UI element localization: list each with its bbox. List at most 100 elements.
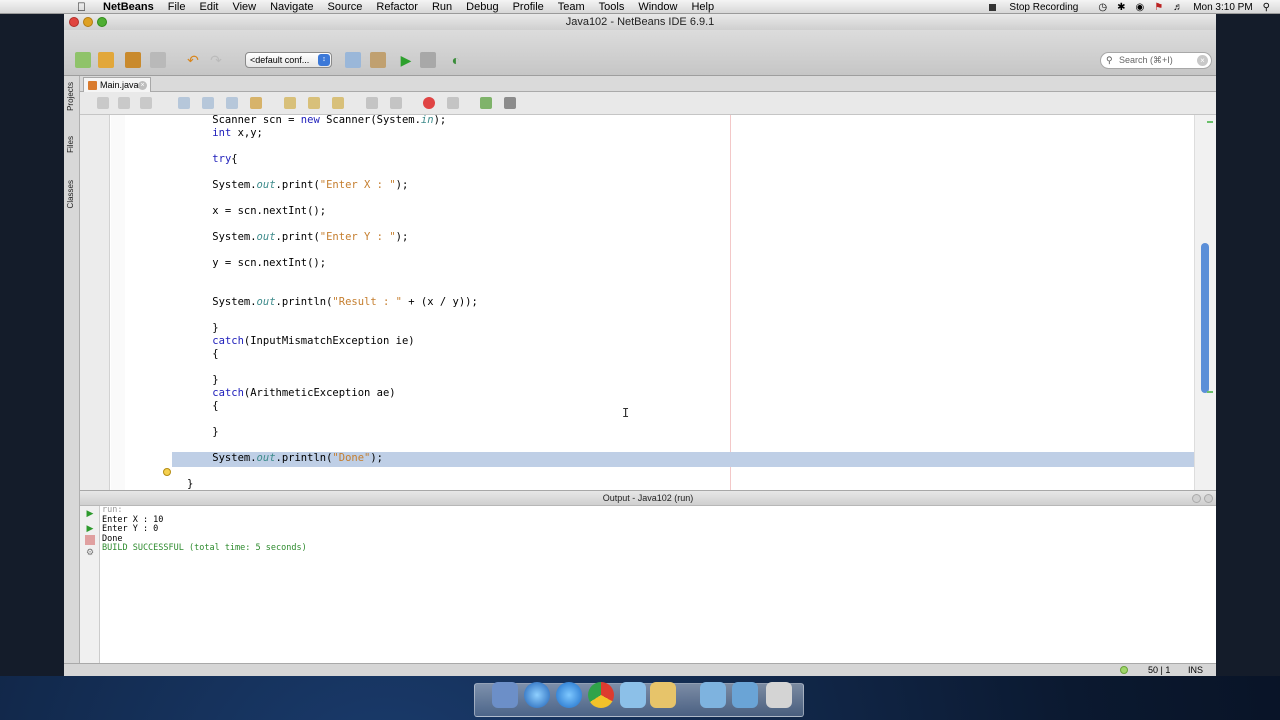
- code-line[interactable]: }: [187, 426, 218, 438]
- stop-recording-button[interactable]: Stop Recording: [989, 2, 1088, 13]
- apple-icon[interactable]: : [77, 0, 91, 14]
- save-all-icon[interactable]: [150, 52, 166, 68]
- menu-team[interactable]: Team: [558, 1, 585, 13]
- find-previous-icon[interactable]: [202, 97, 214, 109]
- code-line[interactable]: }: [187, 374, 218, 386]
- debug-icon[interactable]: [420, 52, 436, 68]
- code-line[interactable]: System.out.print("Enter X : ");: [187, 179, 408, 191]
- tab-classes[interactable]: Classes: [66, 180, 78, 208]
- comment-icon[interactable]: [480, 97, 492, 109]
- find-icon[interactable]: [178, 97, 190, 109]
- undo-icon[interactable]: ↶: [185, 52, 201, 68]
- code-line[interactable]: Scanner scn = new Scanner(System.in);: [187, 115, 446, 126]
- volume-icon[interactable]: ♬: [1173, 2, 1183, 13]
- code-line[interactable]: try{: [187, 153, 237, 165]
- minimize-panel-icon[interactable]: [1192, 494, 1201, 503]
- new-file-icon[interactable]: [75, 52, 91, 68]
- menu-run[interactable]: Run: [432, 1, 452, 13]
- menu-file[interactable]: File: [168, 1, 186, 13]
- next-bookmark-icon[interactable]: [308, 97, 320, 109]
- code-line[interactable]: {: [187, 400, 218, 412]
- redo-icon[interactable]: ↷: [208, 52, 224, 68]
- minimize-window-button[interactable]: [83, 17, 93, 27]
- menu-app-name[interactable]: NetBeans: [103, 1, 154, 13]
- code-line[interactable]: System.out.println("Done");: [187, 452, 383, 464]
- profile-icon[interactable]: ◐: [448, 52, 464, 68]
- menu-source[interactable]: Source: [328, 1, 363, 13]
- tab-main-java[interactable]: Main.java ×: [83, 77, 151, 92]
- toggle-highlight-icon[interactable]: [250, 97, 262, 109]
- tab-projects[interactable]: Projects: [66, 82, 78, 111]
- settings-icon[interactable]: ⚙: [85, 547, 95, 557]
- trash-icon[interactable]: [766, 682, 792, 708]
- applications-folder-icon[interactable]: [700, 682, 726, 708]
- find-next-icon[interactable]: [226, 97, 238, 109]
- tab-files[interactable]: Files: [66, 136, 78, 153]
- menu-tools[interactable]: Tools: [599, 1, 625, 13]
- safari-icon[interactable]: [524, 682, 550, 708]
- run-icon[interactable]: ▶: [398, 52, 414, 68]
- output-panel[interactable]: ▶ ▶ ⚙ run: Enter X : 10 Enter Y : 0 Done…: [80, 505, 1216, 663]
- code-line[interactable]: }: [187, 478, 193, 490]
- virtualbox-icon[interactable]: [620, 682, 646, 708]
- code-line[interactable]: x = scn.nextInt();: [187, 205, 326, 217]
- finder-icon[interactable]: [492, 682, 518, 708]
- code-line[interactable]: {: [187, 348, 218, 360]
- menu-window[interactable]: Window: [638, 1, 677, 13]
- code-line[interactable]: y = scn.nextInt();: [187, 257, 326, 269]
- close-window-button[interactable]: [69, 17, 79, 27]
- code-line[interactable]: catch(ArithmeticException ae): [187, 387, 395, 399]
- shift-right-icon[interactable]: [390, 97, 402, 109]
- menu-view[interactable]: View: [232, 1, 256, 13]
- flag-icon[interactable]: ⚑: [1154, 2, 1163, 13]
- stop-icon[interactable]: [85, 535, 95, 545]
- previous-bookmark-icon[interactable]: [284, 97, 296, 109]
- rerun-with-params-icon[interactable]: ▶: [85, 523, 95, 533]
- chrome-icon[interactable]: [588, 682, 614, 708]
- editor-scrollbar[interactable]: [1194, 115, 1216, 490]
- spotlight-icon[interactable]: ⚲: [1263, 2, 1270, 13]
- clear-search-icon[interactable]: ×: [1197, 55, 1208, 66]
- preview-icon[interactable]: [650, 682, 676, 708]
- close-panel-icon[interactable]: [1204, 494, 1213, 503]
- menu-refactor[interactable]: Refactor: [376, 1, 418, 13]
- scrollbar-thumb[interactable]: [1201, 243, 1209, 393]
- code-line[interactable]: int x,y;: [187, 127, 263, 139]
- code-line[interactable]: System.out.print("Enter Y : ");: [187, 231, 408, 243]
- code-line[interactable]: System.out.println("Result : " + (x / y)…: [187, 296, 478, 308]
- source-view-icon[interactable]: [97, 97, 109, 109]
- forward-icon[interactable]: [140, 97, 152, 109]
- code-line[interactable]: catch(InputMismatchException ie): [187, 335, 414, 347]
- itunes-icon[interactable]: [556, 682, 582, 708]
- open-project-icon[interactable]: [125, 52, 141, 68]
- rerun-icon[interactable]: ▶: [85, 508, 95, 518]
- quick-search-input[interactable]: ⚲ Search (⌘+I) ×: [1100, 52, 1212, 69]
- menu-edit[interactable]: Edit: [199, 1, 218, 13]
- clean-build-icon[interactable]: [370, 52, 386, 68]
- new-project-icon[interactable]: [98, 52, 114, 68]
- annotation-mark[interactable]: [1207, 391, 1213, 393]
- bluetooth-icon[interactable]: ✱: [1117, 2, 1125, 13]
- time-machine-icon[interactable]: ◷: [1098, 2, 1107, 13]
- menu-help[interactable]: Help: [691, 1, 714, 13]
- toggle-bookmark-icon[interactable]: [332, 97, 344, 109]
- clock[interactable]: Mon 3:10 PM: [1193, 2, 1252, 13]
- start-macro-icon[interactable]: [423, 97, 435, 109]
- stop-macro-icon[interactable]: [447, 97, 459, 109]
- hint-lightbulb-icon[interactable]: [163, 468, 171, 476]
- configuration-select[interactable]: <default conf... ↕: [245, 52, 332, 68]
- build-icon[interactable]: [345, 52, 361, 68]
- menu-navigate[interactable]: Navigate: [270, 1, 313, 13]
- code-line[interactable]: }: [187, 322, 218, 334]
- menu-debug[interactable]: Debug: [466, 1, 498, 13]
- zoom-window-button[interactable]: [97, 17, 107, 27]
- wifi-icon[interactable]: ◉: [1135, 2, 1144, 13]
- annotation-mark[interactable]: [1207, 121, 1213, 123]
- close-tab-icon[interactable]: ×: [138, 81, 147, 90]
- documents-folder-icon[interactable]: [732, 682, 758, 708]
- menu-profile[interactable]: Profile: [513, 1, 544, 13]
- back-icon[interactable]: [118, 97, 130, 109]
- shift-left-icon[interactable]: [366, 97, 378, 109]
- uncomment-icon[interactable]: [504, 97, 516, 109]
- code-editor[interactable]: 23 24 25 26 27 28 29 30 31 32 33 34 35 3…: [80, 115, 1216, 490]
